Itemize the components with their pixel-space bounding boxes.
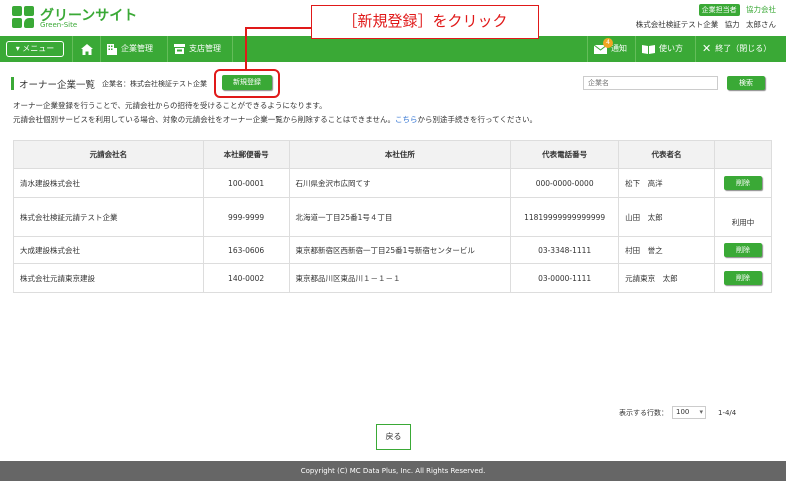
user-role: 協力 [724, 20, 740, 29]
cell-company-name: 大成建設株式会社 [13, 236, 204, 264]
cell-phone: 11819999999999999 [510, 197, 620, 237]
page-title: オーナー企業一覧 [19, 80, 96, 91]
cell-zip: 163-0606 [202, 236, 290, 264]
callout-connector-vertical [245, 27, 247, 70]
table-row: 清水建設株式会社 100-0001 石川県金沢市広岡てす 000-0000-00… [13, 168, 773, 198]
cell-zip: 140-0002 [202, 263, 290, 293]
book-icon [642, 45, 655, 54]
cell-representative: 元請東京 太郎 [618, 263, 715, 293]
owner-company-table: 元請会社名 本社郵便番号 本社住所 代表電話番号 代表者名 清水建設株式会社 1… [13, 140, 773, 293]
table-row: 株式会社検証元請テスト企業 999-9999 北海道一丁目25番1号４丁目 11… [13, 197, 773, 237]
column-header-action [713, 140, 773, 169]
new-registration-button[interactable]: 新規登録 [222, 75, 272, 90]
cell-address: 東京都品川区東品川１－１－１ [288, 263, 512, 293]
menu-button[interactable]: ▾ メニュー [6, 41, 64, 57]
notification-count-badge: 4 [603, 38, 613, 48]
table-row: 株式会社元請東京建設 140-0002 東京都品川区東品川１－１－１ 03-00… [13, 263, 773, 293]
role-badge: 企業担当者 [698, 4, 740, 16]
cell-phone: 03-3348-1111 [510, 236, 620, 264]
description-line-1: オーナー企業登録を行うことで、元請会社からの招待を受けることができるようになりま… [13, 101, 327, 110]
cell-address: 東京都新宿区西新宿一丁目25番1号新宿センタービル [288, 236, 512, 264]
cell-zip: 999-9999 [202, 197, 290, 237]
column-header-name: 元請会社名 [13, 140, 204, 169]
cell-zip: 100-0001 [202, 168, 290, 198]
cell-action: 削除 [713, 263, 773, 293]
cell-action: 削除 [713, 168, 773, 198]
caret-down-icon: ▾ [15, 44, 20, 53]
user-company: 株式会社検証テスト企業 [635, 20, 719, 29]
building-icon [107, 43, 117, 55]
cell-phone: 03-0000-1111 [510, 263, 620, 293]
column-header-representative: 代表者名 [618, 140, 715, 169]
in-use-label: 利用中 [731, 217, 755, 227]
store-icon [174, 44, 185, 54]
cell-company-name: 株式会社検証元請テスト企業 [13, 197, 204, 237]
delete-button[interactable]: 削除 [723, 176, 762, 190]
procedure-link[interactable]: こちら [395, 115, 418, 124]
callout-connector [245, 27, 312, 29]
cell-action: 利用中 [713, 197, 773, 237]
company-name-label: 企業名：株式会社検証テスト企業 [102, 80, 207, 88]
close-icon: ✕ [702, 42, 712, 55]
title-accent-bar [11, 77, 14, 90]
cell-address: 石川県金沢市広岡てす [288, 168, 512, 198]
cell-phone: 000-0000-0000 [510, 168, 620, 198]
cell-company-name: 株式会社元請東京建設 [13, 263, 204, 293]
company-search-input[interactable] [583, 76, 718, 90]
delete-button[interactable]: 削除 [723, 271, 762, 285]
rows-per-page-select[interactable]: 100 [672, 406, 706, 419]
delete-button[interactable]: 削除 [723, 243, 762, 257]
result-count: 1-4/4 [718, 408, 737, 417]
rows-per-page-label: 表示する行数： [619, 408, 668, 417]
instruction-callout: ［新規登録］をクリック [311, 5, 539, 39]
cell-address: 北海道一丁目25番1号４丁目 [288, 197, 512, 237]
description-line-2: 元請会社個別サービスを利用している場合、対象の元請会社をオーナー企業一覧から削除… [13, 115, 537, 124]
user-info: 企業担当者 協力会社 株式会社検証テスト企業 協力 太郎さん [636, 4, 776, 30]
branch-management-end [232, 36, 233, 62]
logo-icon[interactable] [12, 6, 36, 28]
column-header-address: 本社住所 [288, 140, 512, 169]
cell-action: 削除 [713, 236, 773, 264]
cell-company-name: 清水建設株式会社 [13, 168, 204, 198]
column-header-zip: 本社郵便番号 [202, 140, 290, 169]
table-row: 大成建設株式会社 163-0606 東京都新宿区西新宿一丁目25番1号新宿センタ… [13, 236, 773, 264]
cell-representative: 松下 高洋 [618, 168, 715, 198]
footer-copyright: Copyright (C) MC Data Plus, Inc. All Rig… [0, 461, 786, 481]
column-header-phone: 代表電話番号 [510, 140, 620, 169]
back-button[interactable]: 戻る [376, 424, 411, 450]
branch-management-button[interactable]: 支店管理 [167, 36, 227, 62]
pagination: 表示する行数： 100 1-4/4 [619, 406, 736, 419]
home-button[interactable] [72, 36, 100, 62]
role-company: 協力会社 [746, 5, 776, 14]
cell-representative: 村田 誉之 [618, 236, 715, 264]
exit-button[interactable]: ✕ 終了（閉じる） [695, 36, 777, 62]
company-management-button[interactable]: 企業管理 [100, 36, 159, 62]
home-icon [80, 43, 93, 55]
search-button[interactable]: 検索 [727, 76, 765, 90]
table-header-row: 元請会社名 本社郵便番号 本社住所 代表電話番号 代表者名 [13, 140, 773, 169]
navigation-bar: ▾ メニュー 企業管理 支店管理 通知 4 使い方 ✕ 終了（閉じる） [0, 36, 786, 62]
help-button[interactable]: 使い方 [635, 36, 689, 62]
logo-subtitle: Green-Site [40, 21, 78, 29]
user-name: 太郎さん [746, 20, 776, 29]
cell-representative: 山田 太郎 [618, 197, 715, 237]
